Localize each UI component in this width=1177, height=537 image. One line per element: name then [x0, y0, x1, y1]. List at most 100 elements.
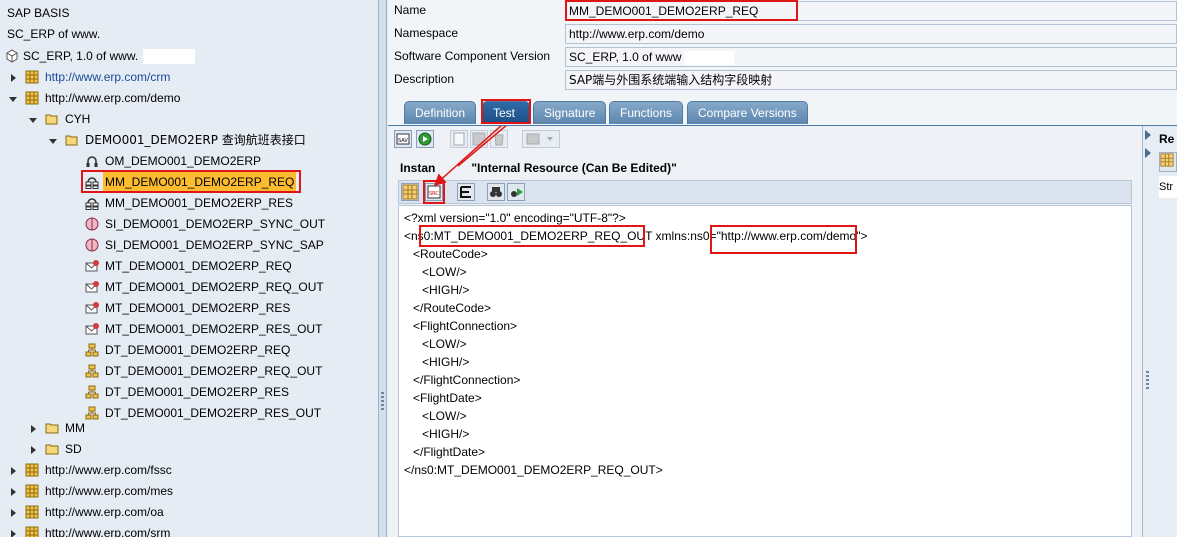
- service-interface-icon: [85, 238, 99, 252]
- tree-item-label: http://www.erp.com/crm: [45, 70, 171, 84]
- dropdown-icon: [526, 133, 553, 145]
- tree-item-label: MT_DEMO001_DEMO2ERP_REQ_OUT: [105, 280, 324, 294]
- save-button[interactable]: [470, 130, 488, 148]
- folder-open-icon: [45, 114, 58, 125]
- message-type-icon: [85, 302, 99, 314]
- delete-button[interactable]: [490, 130, 508, 148]
- save-as-button[interactable]: SAV: [394, 130, 412, 148]
- result-panel: Re Str: [1143, 126, 1177, 537]
- tree-item-swcv[interactable]: SC_ERP, 1.0 of www.: [0, 46, 378, 67]
- tree-item-label: DEMO001_DEMO2ERP 查询航班表接口: [85, 133, 306, 147]
- test-editor: SAV Instan "Internal Resource (Can Be Edi…: [388, 126, 1143, 537]
- xml-line: </RouteCode>: [413, 301, 492, 315]
- xml-line: <HIGH/>: [422, 427, 470, 441]
- structure-icon: [460, 186, 471, 198]
- swcv-value: SC_ERP, 1.0 of www: [569, 50, 682, 64]
- tree-item-label: SI_DEMO001_DEMO2ERP_SYNC_SAP: [105, 238, 324, 252]
- tab-functions[interactable]: Functions: [609, 101, 684, 124]
- source-button-highlight-box: [423, 180, 445, 204]
- tree-item-label: http://www.erp.com/fssc: [45, 463, 172, 477]
- namespace-field[interactable]: http://www.erp.com/demo: [565, 24, 1177, 44]
- trash-icon: [494, 134, 504, 146]
- expand-arrow-icon[interactable]: [11, 488, 16, 496]
- data-type-icon: [85, 343, 99, 357]
- tree-item-label: SC_ERP, 1.0 of www.: [23, 49, 139, 63]
- execute-icon: [418, 132, 432, 146]
- tab-definition[interactable]: Definition: [404, 101, 477, 124]
- splitter-grip[interactable]: [381, 392, 384, 410]
- tree-item-label: http://www.erp.com/oa: [45, 505, 164, 519]
- software-component-icon: [6, 49, 18, 63]
- instance-title: Instan "Internal Resource (Can Be Edited)…: [400, 161, 677, 175]
- tree-item-label: DT_DEMO001_DEMO2ERP_REQ_OUT: [105, 364, 323, 378]
- description-label: Description: [394, 72, 455, 86]
- swcv-row: Software Component Version SC_ERP, 1.0 o…: [388, 46, 1177, 67]
- tree-item-label: http://www.erp.com/srm: [45, 526, 171, 537]
- instance-title-prefix: Instan: [400, 161, 436, 175]
- collapse-arrow-icon[interactable]: [49, 139, 57, 144]
- save-icon: [472, 132, 486, 146]
- result-title: Re: [1159, 132, 1175, 146]
- result-table-button[interactable]: [1159, 152, 1177, 172]
- namespace-icon: [25, 91, 39, 105]
- structure-button[interactable]: [457, 183, 475, 201]
- expand-arrow-icon[interactable]: [31, 446, 36, 454]
- tree-item-sc-erp[interactable]: SC_ERP of www.: [5, 24, 102, 45]
- new-icon: [453, 132, 465, 146]
- tree-item-sap-basis[interactable]: SAP BASIS: [5, 3, 71, 24]
- data-type-icon: [85, 385, 99, 399]
- expand-arrow-icon[interactable]: [11, 509, 16, 517]
- data-type-icon: [85, 364, 99, 378]
- collapse-arrow-icon[interactable]: [9, 97, 17, 102]
- tree-item-label: OM_DEMO001_DEMO2ERP: [105, 154, 262, 168]
- folder-open-icon: [65, 135, 78, 146]
- find-next-button[interactable]: [507, 183, 525, 201]
- expand-arrow-icon[interactable]: [11, 74, 16, 82]
- tree-item-label: MT_DEMO001_DEMO2ERP_RES: [105, 301, 291, 315]
- collapse-arrows-icon[interactable]: [1145, 130, 1151, 160]
- svg-text:SAV: SAV: [398, 138, 408, 144]
- panel-grip[interactable]: [1146, 371, 1149, 389]
- table-view-button[interactable]: [401, 183, 419, 201]
- tree-item-label: SI_DEMO001_DEMO2ERP_SYNC_OUT: [105, 217, 326, 231]
- pane-splitter[interactable]: [378, 0, 387, 537]
- namespace-icon: [25, 505, 39, 519]
- xml-root-attr: xmlns:ns0=: [652, 229, 717, 243]
- tree-item-label: MM: [65, 421, 85, 435]
- tab-compare-versions[interactable]: Compare Versions: [687, 101, 808, 124]
- tree-item-label: MM_DEMO001_DEMO2ERP_RES: [105, 196, 294, 210]
- tree-item-label: MT_DEMO001_DEMO2ERP_REQ: [105, 259, 292, 273]
- tree-item-label: http://www.erp.com/demo: [45, 91, 181, 105]
- expand-arrow-icon[interactable]: [11, 467, 16, 475]
- xml-line: </FlightDate>: [413, 445, 486, 459]
- name-highlight-box: [565, 0, 798, 21]
- message-type-icon: [85, 260, 99, 272]
- find-next-icon: [511, 188, 523, 197]
- find-button[interactable]: [487, 183, 505, 201]
- execute-button[interactable]: [416, 130, 434, 148]
- instance-title-suffix: "Internal Resource (Can Be Edited)": [471, 161, 677, 175]
- table-grid-icon: [402, 184, 418, 200]
- new-button[interactable]: [450, 130, 468, 148]
- xml-editor[interactable]: <?xml version="1.0" encoding="UTF-8"?> <…: [398, 205, 1132, 537]
- expand-arrow-icon[interactable]: [11, 530, 16, 537]
- swcv-field[interactable]: SC_ERP, 1.0 of www: [565, 47, 1177, 67]
- tab-signature[interactable]: Signature: [533, 101, 607, 124]
- message-type-icon: [85, 323, 99, 335]
- redacted-block: [683, 50, 734, 65]
- xml-line: <FlightDate>: [413, 391, 482, 405]
- expand-arrow-icon[interactable]: [31, 425, 36, 433]
- service-interface-icon: [85, 217, 99, 231]
- data-type-icon: [85, 406, 99, 420]
- namespace-label: Namespace: [394, 26, 459, 40]
- description-field[interactable]: SAP端与外围系统端输入结构字段映射: [565, 70, 1177, 90]
- collapse-arrow-icon[interactable]: [29, 118, 37, 123]
- xml-line: <HIGH/>: [422, 355, 470, 369]
- binoculars-icon: [490, 187, 502, 197]
- tree-item-label: SD: [65, 442, 82, 456]
- xml-line: <LOW/>: [422, 337, 467, 351]
- message-type-icon: [85, 281, 99, 293]
- tree-item-label: SC_ERP of www.: [7, 27, 101, 41]
- instance-menu-button[interactable]: [522, 130, 560, 148]
- xml-line: <RouteCode>: [413, 247, 488, 261]
